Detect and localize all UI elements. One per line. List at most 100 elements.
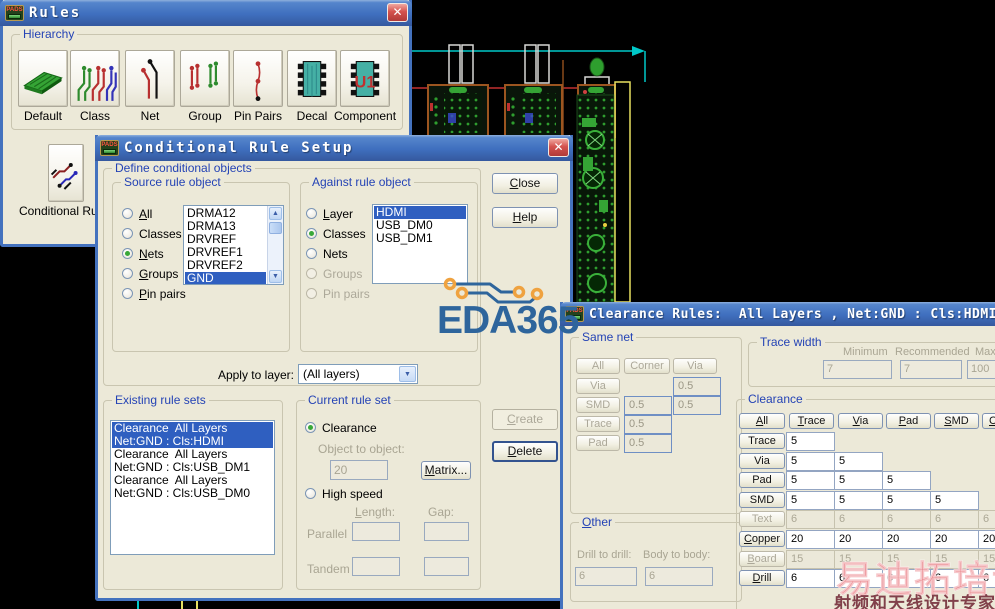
rule-set-line[interactable]: Clearance All Layers [112, 448, 273, 461]
scrollbar-thumb[interactable] [269, 222, 282, 234]
scrollbar[interactable]: ▲ ▼ [267, 206, 283, 284]
trace-width-input-minimum: 7 [823, 360, 892, 379]
radio-pin-pairs[interactable]: Pin pairs [122, 287, 272, 301]
scrollbar-down-icon[interactable]: ▼ [269, 270, 282, 283]
rule-set-line[interactable]: Clearance All Layers [112, 422, 273, 435]
clearance-cell[interactable]: 5 [882, 491, 931, 510]
list-item[interactable]: DRVREF [185, 233, 266, 246]
delete-button[interactable]: Delete [492, 441, 558, 462]
clearance-rules-dialog: PADS Clearance Rules: All Layers , Net:G… [560, 302, 995, 609]
clearance-cell[interactable]: 6 [978, 569, 995, 588]
clearance-col-button-via[interactable]: Via [838, 413, 883, 429]
scrollbar-up-icon[interactable]: ▲ [269, 207, 282, 220]
clearance-cell[interactable]: 5 [786, 432, 835, 451]
radio-label: Nets [139, 247, 164, 261]
clearance-cell: 6 [930, 510, 979, 529]
against-rule-list[interactable]: HDMI USB_DM0 USB_DM1 [372, 204, 468, 284]
other-group: Other [570, 515, 742, 602]
net-icon [141, 58, 158, 99]
clearance-row-button-drill[interactable]: Drill [739, 570, 785, 586]
conditional-rules-button[interactable] [48, 144, 84, 202]
clearance-col-button-trace[interactable]: Trace [789, 413, 834, 429]
close-button[interactable]: Close [492, 173, 558, 194]
hierarchy-button-default[interactable] [18, 50, 68, 107]
decal-icon [297, 60, 327, 97]
hierarchy-button-net[interactable] [125, 50, 175, 107]
clearance-cell: 15 [978, 550, 995, 569]
radio-label: Classes [323, 227, 366, 241]
clearance-cell[interactable]: 6 [786, 569, 835, 588]
clearance-col-button-pad[interactable]: Pad [886, 413, 931, 429]
trace-width-input-max: 100 [967, 360, 995, 379]
trace-width-input-recommended: 7 [900, 360, 962, 379]
clearance-cell[interactable]: 5 [930, 491, 979, 510]
same-net-cell: 0.5 [624, 434, 672, 453]
list-item[interactable]: DRMA12 [185, 207, 266, 220]
clearance-col-button-all[interactable]: All [739, 413, 785, 429]
hierarchy-button-pin-pairs[interactable] [233, 50, 283, 107]
rule-set-line[interactable]: Clearance All Layers [112, 474, 273, 487]
clearance-cell[interactable]: 6 [930, 569, 979, 588]
apply-to-layer-select[interactable]: (All layers) ▼ [298, 364, 418, 384]
rule-set-line[interactable]: Net:GND : Cls:USB_DM1 [112, 461, 273, 474]
rule-set-line[interactable]: Net:GND : Cls:HDMI [112, 435, 273, 448]
clearance-cell[interactable]: 20 [882, 530, 931, 549]
clearance-row-button-pad[interactable]: Pad [739, 472, 785, 488]
same-net-row-button-pad: Pad [576, 435, 620, 451]
clearance-row-button-trace[interactable]: Trace [739, 433, 785, 449]
clearance-cell[interactable]: 5 [882, 471, 931, 490]
same-net-cell: 0.5 [624, 396, 672, 415]
radio-label: All [139, 207, 153, 221]
radio-high-speed[interactable]: High speed [305, 487, 455, 501]
clearance-col-button-smd[interactable]: SMD [934, 413, 979, 429]
list-item[interactable]: DRVREF1 [185, 246, 266, 259]
clearance-cell[interactable]: 5 [834, 491, 883, 510]
list-item[interactable]: USB_DM1 [374, 232, 466, 245]
list-item[interactable]: DRMA13 [185, 220, 266, 233]
chevron-down-icon[interactable]: ▼ [399, 366, 416, 382]
clearance-row-button-smd[interactable]: SMD [739, 492, 785, 508]
list-item[interactable]: GND [185, 272, 266, 284]
clearance-cell[interactable]: 20 [978, 530, 995, 549]
radio-clearance[interactable]: Clearance [305, 421, 455, 435]
rule-set-line[interactable]: Net:GND : Cls:USB_DM0 [112, 487, 273, 500]
conditional-rule-setup-dialog: PADS Conditional Rule Setup ✕ Define con… [95, 135, 573, 601]
clearance-cell[interactable]: 5 [834, 471, 883, 490]
class-icon [77, 65, 117, 101]
list-item[interactable]: DRVREF2 [185, 259, 266, 272]
list-item[interactable]: HDMI [374, 206, 466, 219]
hierarchy-button-group[interactable] [180, 50, 230, 107]
clearance-cell[interactable]: 20 [834, 530, 883, 549]
drill-to-drill-input: 6 [575, 567, 637, 586]
clearance-col-button-co[interactable]: Co [982, 413, 995, 429]
clearance-cell[interactable]: 20 [786, 530, 835, 549]
radio-circle [306, 268, 317, 279]
matrix-button[interactable]: Matrix... [421, 461, 471, 480]
radio-label: Nets [323, 247, 348, 261]
hierarchy-button-component[interactable]: U1 [340, 50, 390, 107]
component-icon: U1 [350, 60, 380, 97]
list-item[interactable]: USB_DM0 [374, 219, 466, 232]
clearance-cell[interactable]: 6 [834, 569, 883, 588]
hierarchy-button-decal[interactable] [287, 50, 337, 107]
radio-circle [306, 248, 317, 259]
hierarchy-button-class[interactable] [70, 50, 120, 107]
clearance-cell[interactable]: 5 [786, 452, 835, 471]
gap-label: Gap: [428, 505, 455, 519]
existing-rule-sets-list[interactable]: Clearance All Layers Net:GND : Cls:HDMI Cl… [110, 420, 275, 555]
existing-group-label: Existing rule sets [112, 393, 209, 407]
clearance-row-button-via[interactable]: Via [739, 453, 785, 469]
help-button[interactable]: Help [492, 207, 558, 228]
source-rule-list[interactable]: DRMA12 DRMA13 DRVREF DRVREF1 DRVREF2 GND ▲ ▼ [183, 205, 284, 285]
clearance-cell[interactable]: 5 [786, 471, 835, 490]
clearance-cell[interactable]: 6 [882, 569, 931, 588]
clearance-cell[interactable]: 5 [786, 491, 835, 510]
clearance-cell[interactable]: 5 [834, 452, 883, 471]
clearance-cell[interactable]: 20 [930, 530, 979, 549]
radio-circle [305, 422, 316, 433]
radio-circle [305, 488, 316, 499]
clearance-cell: 15 [834, 550, 883, 569]
same-net-col-button-all: All [576, 358, 620, 374]
clearance-row-button-copper[interactable]: Copper [739, 531, 785, 547]
screen: PADS Rules ✕ Hierarchy Default Class Net Gr… [0, 0, 995, 609]
